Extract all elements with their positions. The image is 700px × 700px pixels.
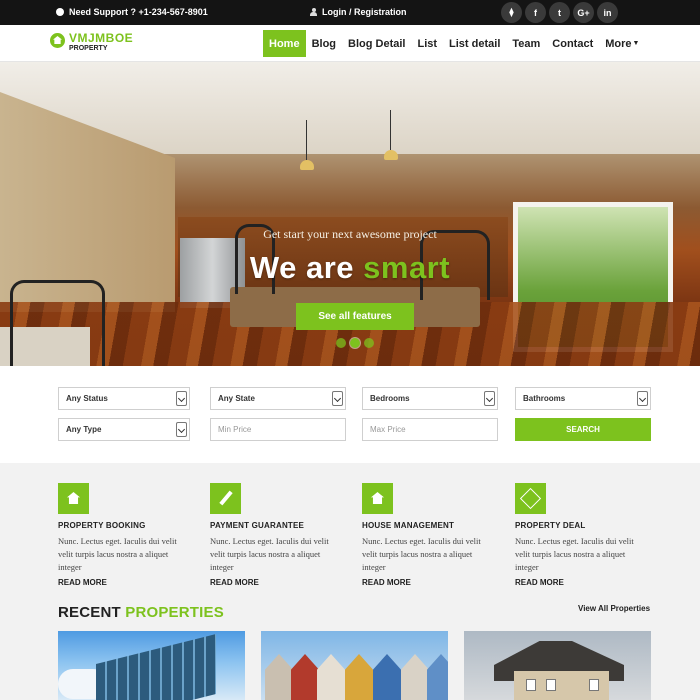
slider-dots	[336, 338, 374, 348]
type-select-value: Any Type	[66, 425, 102, 434]
chevron-down-icon: ▼	[632, 40, 640, 47]
search-button[interactable]: SEARCH	[515, 418, 651, 441]
status-select-value: Any Status	[66, 394, 108, 403]
read-more-link[interactable]: READ MORE	[58, 578, 198, 587]
recent-title-green: PROPERTIES	[125, 604, 224, 621]
property-card-image[interactable]	[58, 631, 245, 700]
slider-dot-1[interactable]	[336, 338, 346, 348]
gem-icon	[515, 483, 546, 514]
property-search-panel	[0, 366, 700, 463]
top-bar: Need Support ? +1-234-567-8901 Login / R…	[0, 0, 700, 25]
max-price-input[interactable]: Max Price	[362, 418, 498, 441]
nav-blog-detail[interactable]: Blog Detail	[342, 30, 411, 57]
min-price-input[interactable]: Min Price	[210, 418, 346, 441]
pendant-lamp	[300, 120, 314, 170]
hero-image-chair	[10, 280, 105, 366]
logo-house-icon	[50, 33, 65, 48]
site-logo[interactable]: VMJMBOE PROPERTY	[50, 32, 133, 52]
support-info: Need Support ? +1-234-567-8901	[56, 7, 208, 17]
nav-team[interactable]: Team	[506, 30, 546, 57]
chevron-down-icon	[484, 391, 495, 406]
nav-contact[interactable]: Contact	[546, 30, 599, 57]
nav-blog[interactable]: Blog	[306, 30, 342, 57]
twitter-icon[interactable]: t	[549, 2, 570, 23]
login-link[interactable]: Login / Registration	[310, 7, 407, 17]
slider-dot-2[interactable]	[350, 338, 360, 348]
feature-title: PROPERTY DEAL	[515, 521, 586, 530]
view-all-properties-link[interactable]: View All Properties	[578, 604, 650, 613]
user-icon	[310, 8, 317, 16]
feature-text: Nunc. Lectus eget. Iaculis dui velit vel…	[515, 536, 634, 572]
feature-card: PROPERTY DEAL Nunc. Lectus eget. Iaculis…	[515, 483, 655, 587]
bedrooms-select[interactable]: Bedrooms	[362, 387, 498, 410]
pencil-icon	[210, 483, 241, 514]
see-features-button[interactable]: See all features	[296, 303, 414, 330]
rss-icon[interactable]: ⧫	[501, 2, 522, 23]
read-more-link[interactable]: READ MORE	[362, 578, 502, 587]
chevron-down-icon	[332, 391, 343, 406]
feature-title: HOUSE MANAGEMENT	[362, 521, 455, 530]
bathrooms-select-value: Bathrooms	[523, 394, 566, 403]
logo-subtitle: PROPERTY	[69, 45, 108, 52]
nav-home[interactable]: Home	[263, 30, 306, 57]
type-select[interactable]: Any Type	[58, 418, 190, 441]
main-navbar: VMJMBOE PROPERTY Home Blog Blog Detail L…	[0, 25, 700, 62]
nav-list-detail[interactable]: List detail	[443, 30, 506, 57]
property-card-image[interactable]	[464, 631, 651, 700]
chevron-down-icon	[176, 422, 187, 437]
main-menu: Home Blog Blog Detail List List detail T…	[263, 30, 645, 57]
chevron-down-icon	[176, 391, 187, 406]
recent-properties-heading: RECENT PROPERTIES	[58, 604, 224, 621]
feature-card: PAYMENT GUARANTEE Nunc. Lectus eget. Iac…	[210, 483, 350, 587]
recent-title-dark: RECENT	[58, 604, 126, 621]
feature-card: PROPERTY BOOKING Nunc. Lectus eget. Iacu…	[58, 483, 198, 587]
feature-title: PROPERTY BOOKING	[58, 521, 146, 530]
house-icon	[362, 483, 393, 514]
bedrooms-select-value: Bedrooms	[370, 394, 410, 403]
hero-slider: Get start your next awesome project We a…	[0, 62, 700, 366]
hero-title-green: smart	[363, 250, 451, 285]
feature-card: HOUSE MANAGEMENT Nunc. Lectus eget. Iacu…	[362, 483, 502, 587]
read-more-link[interactable]: READ MORE	[210, 578, 350, 587]
phone-icon	[56, 8, 64, 16]
property-card-image[interactable]	[261, 631, 448, 700]
support-text: Need Support ? +1-234-567-8901	[69, 7, 208, 17]
state-select[interactable]: Any State	[210, 387, 346, 410]
google-plus-icon[interactable]: G+	[573, 2, 594, 23]
bathrooms-select[interactable]: Bathrooms	[515, 387, 651, 410]
logo-name: VMJMBOE	[69, 31, 134, 45]
linkedin-icon[interactable]: in	[597, 2, 618, 23]
read-more-link[interactable]: READ MORE	[515, 578, 655, 587]
hero-title-white: We are	[249, 250, 364, 285]
state-select-value: Any State	[218, 394, 255, 403]
login-text[interactable]: Login / Registration	[322, 7, 407, 17]
feature-title: PAYMENT GUARANTEE	[210, 521, 305, 530]
nav-more[interactable]: More ▼	[599, 30, 645, 57]
feature-text: Nunc. Lectus eget. Iaculis dui velit vel…	[210, 536, 329, 572]
feature-text: Nunc. Lectus eget. Iaculis dui velit vel…	[58, 536, 177, 572]
slider-dot-3[interactable]	[364, 338, 374, 348]
nav-more-label: More	[605, 37, 632, 50]
house-icon	[58, 483, 89, 514]
social-links: ⧫ f t G+ in	[501, 2, 618, 23]
status-select[interactable]: Any Status	[58, 387, 190, 410]
chevron-down-icon	[637, 391, 648, 406]
hero-subtitle: Get start your next awesome project	[263, 227, 437, 241]
pendant-lamp	[384, 110, 398, 160]
nav-list[interactable]: List	[411, 30, 443, 57]
facebook-icon[interactable]: f	[525, 2, 546, 23]
feature-text: Nunc. Lectus eget. Iaculis dui velit vel…	[362, 536, 481, 572]
hero-title: We are smart	[0, 250, 700, 286]
